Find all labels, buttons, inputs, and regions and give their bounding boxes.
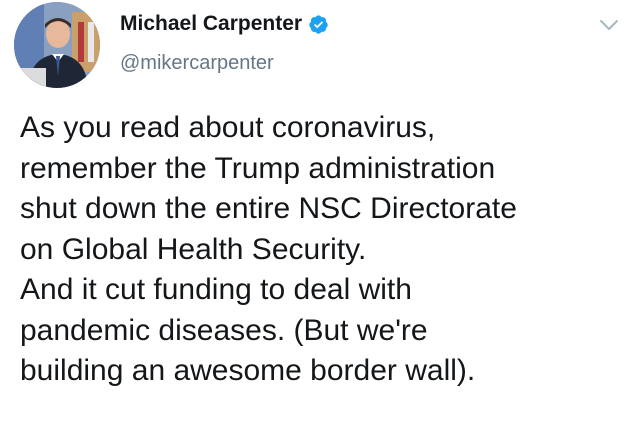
author-handle[interactable]: @mikercarpenter: [120, 51, 274, 75]
avatar-image: [14, 2, 100, 88]
tweet-text-line: As you read about coronavirus,: [20, 111, 436, 144]
verified-badge-icon: [308, 14, 329, 35]
tweet-text-line: shut down the entire NSC Directorate: [20, 192, 517, 225]
tweet-text-line: remember the Trump administration: [20, 151, 496, 185]
tweet-text-line: And it cut funding to deal with: [20, 273, 412, 306]
tweet-text: As you read about coronavirus, remember …: [20, 108, 620, 392]
tweet-text-line: on Global Health Security.: [20, 232, 367, 266]
tweet-card: Michael Carpenter @mikercarpenter As you…: [0, 0, 640, 427]
avatar[interactable]: [14, 2, 100, 88]
author-name-row: Michael Carpenter: [120, 12, 329, 36]
author-name[interactable]: Michael Carpenter: [120, 12, 302, 36]
tweet-text-line: building an awesome border wall).: [20, 354, 476, 387]
chevron-down-icon[interactable]: [598, 16, 620, 34]
tweet-text-line: pandemic diseases. (But we're: [20, 313, 428, 347]
